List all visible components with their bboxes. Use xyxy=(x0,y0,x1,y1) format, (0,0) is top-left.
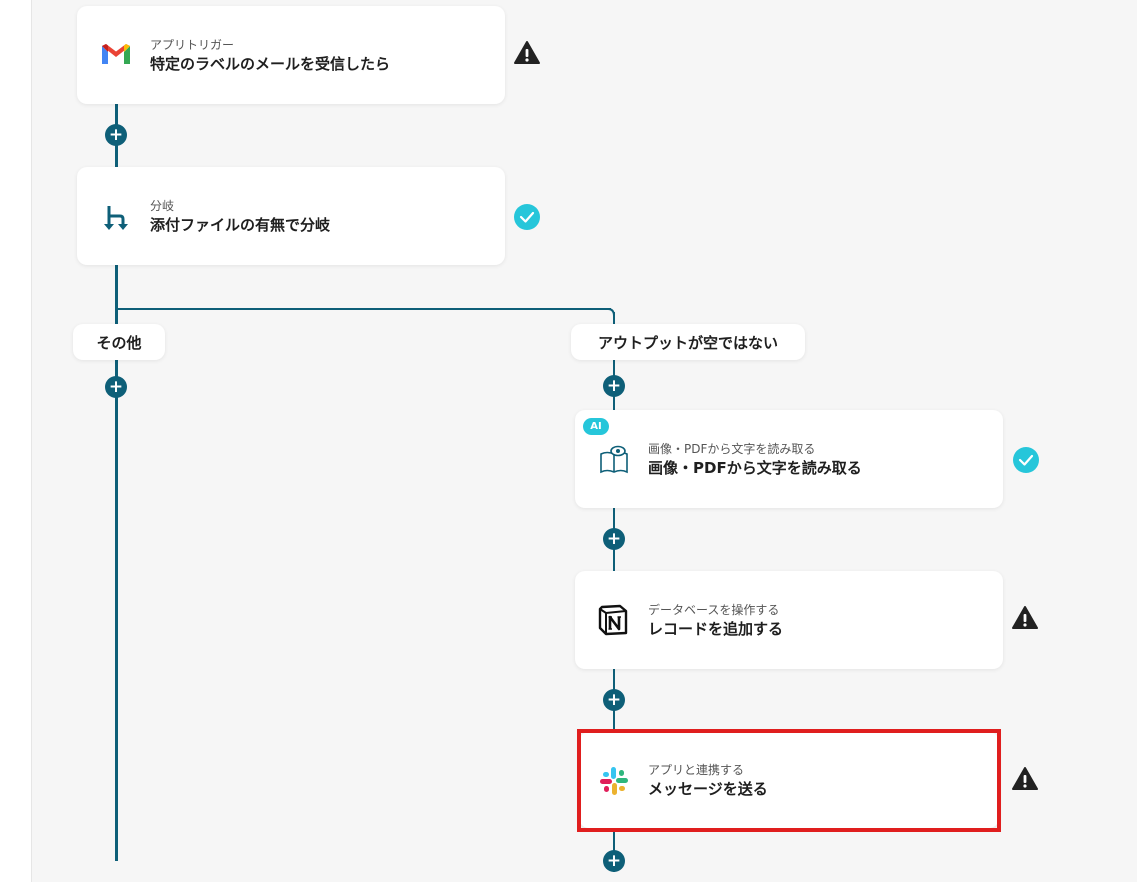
notion-card[interactable]: データベースを操作する レコードを追加する xyxy=(575,571,1003,669)
add-step-button[interactable]: + xyxy=(603,375,625,397)
ocr-card[interactable]: AI 画像・PDFから文字を読み取る 画像・PDFから文字を読み取る xyxy=(575,410,1003,508)
card-subtitle: 分岐 xyxy=(150,199,175,213)
add-step-button[interactable]: + xyxy=(603,528,625,550)
card-subtitle: データベースを操作する xyxy=(648,603,780,617)
check-icon xyxy=(1013,447,1039,473)
ai-badge: AI xyxy=(583,418,609,435)
add-step-button[interactable]: + xyxy=(603,850,625,872)
add-step-button[interactable]: + xyxy=(105,376,127,398)
branch-label-not-empty: アウトプットが空ではない xyxy=(571,324,805,360)
branch-card[interactable]: 分岐 添付ファイルの有無で分岐 xyxy=(77,167,505,265)
trigger-card[interactable]: アプリトリガー 特定のラベルのメールを受信したら xyxy=(77,6,505,104)
card-title: 画像・PDFから文字を読み取る xyxy=(648,459,862,477)
notion-icon xyxy=(598,604,630,636)
gmail-icon xyxy=(100,40,132,72)
card-subtitle: アプリトリガー xyxy=(150,38,235,52)
branch-icon xyxy=(100,202,132,234)
add-step-button[interactable]: + xyxy=(603,689,625,711)
check-icon xyxy=(514,204,540,230)
branch-label-other: その他 xyxy=(73,324,165,360)
card-subtitle: 画像・PDFから文字を読み取る xyxy=(648,442,816,456)
warning-icon xyxy=(1012,606,1038,629)
add-step-button[interactable]: + xyxy=(105,124,127,146)
card-title: レコードを追加する xyxy=(648,620,784,638)
slack-card[interactable]: アプリと連携する メッセージを送る xyxy=(579,732,999,828)
card-subtitle: アプリと連携する xyxy=(648,763,745,777)
book-eye-icon xyxy=(598,444,630,476)
slack-icon xyxy=(599,766,631,798)
branch-corner xyxy=(600,308,615,316)
card-title: 特定のラベルのメールを受信したら xyxy=(150,55,391,73)
warning-icon xyxy=(514,41,540,64)
warning-icon xyxy=(1012,767,1038,790)
branch-split-line xyxy=(115,308,611,310)
card-title: メッセージを送る xyxy=(648,780,768,798)
card-title: 添付ファイルの有無で分岐 xyxy=(150,216,331,234)
